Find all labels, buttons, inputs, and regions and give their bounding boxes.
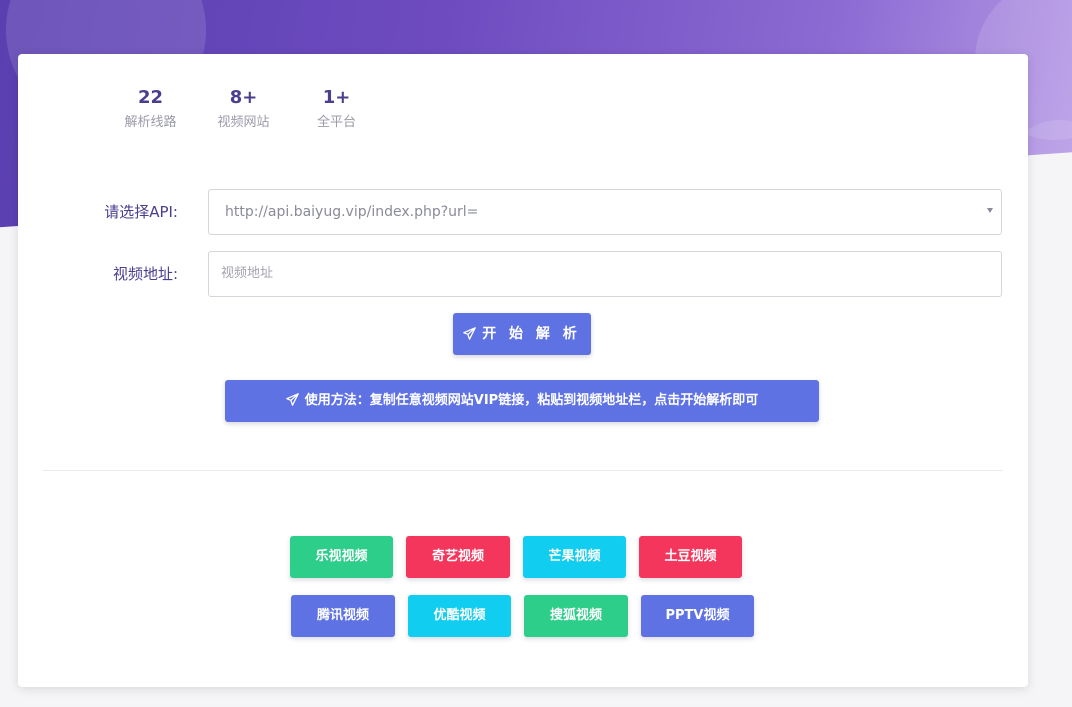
divider <box>43 470 1003 471</box>
site-button-sohu[interactable]: 搜狐视频 <box>524 595 628 637</box>
start-parse-label: 开 始 解 析 <box>482 326 581 342</box>
site-button-label: 土豆视频 <box>664 549 717 564</box>
site-button-label: 搜狐视频 <box>549 608 602 623</box>
api-label: 请选择API: <box>104 203 178 221</box>
site-button-label: 奇艺视频 <box>431 549 484 564</box>
site-button-tudou[interactable]: 土豆视频 <box>639 536 742 578</box>
url-label: 视频地址: <box>112 265 178 283</box>
site-button-label: 乐视视频 <box>315 549 368 564</box>
stat-lines: 22 解析线路 <box>104 86 197 132</box>
paper-plane-icon <box>463 315 477 357</box>
site-button-mango[interactable]: 芒果视频 <box>523 536 626 578</box>
video-url-placeholder: 视频地址 <box>221 266 274 281</box>
site-button-label: PPTV视频 <box>665 608 730 623</box>
usage-tip-label: 使用方法：复制任意视频网站VIP链接，粘贴到视频地址栏，点击开始解析即可 <box>304 393 759 408</box>
site-button-youku[interactable]: 优酷视频 <box>408 595 511 637</box>
stat-value: 1+ <box>322 87 351 108</box>
stat-label: 全平台 <box>316 115 356 130</box>
usage-tip-button[interactable]: 使用方法：复制任意视频网站VIP链接，粘贴到视频地址栏，点击开始解析即可 <box>225 380 819 422</box>
site-button-label: 腾讯视频 <box>316 608 369 623</box>
parser-card: 22 解析线路 8+ 视频网站 1+ 全平台 请选择API: http://ap… <box>18 54 1028 687</box>
stat-platforms: 1+ 全平台 <box>290 86 383 132</box>
site-button-tencent[interactable]: 腾讯视频 <box>291 595 395 637</box>
paper-plane-icon <box>285 382 299 424</box>
site-button-iqiyi[interactable]: 奇艺视频 <box>406 536 510 578</box>
url-row: 视频地址: 视频地址 <box>18 251 1028 297</box>
site-button-pptv[interactable]: PPTV视频 <box>641 595 754 637</box>
site-button-label: 芒果视频 <box>548 549 601 564</box>
start-parse-button[interactable]: 开 始 解 析 <box>453 313 591 355</box>
stat-value: 8+ <box>229 87 258 108</box>
api-selected-value: http://api.baiyug.vip/index.php?url= <box>225 204 479 220</box>
stat-value: 22 <box>137 87 164 108</box>
api-select[interactable]: http://api.baiyug.vip/index.php?url= <box>208 189 1002 235</box>
stat-label: 解析线路 <box>124 115 177 130</box>
site-button-letv[interactable]: 乐视视频 <box>290 536 393 578</box>
chevron-down-icon <box>987 208 993 213</box>
stat-sites: 8+ 视频网站 <box>197 86 290 132</box>
video-url-input[interactable]: 视频地址 <box>208 251 1002 297</box>
stats-bar: 22 解析线路 8+ 视频网站 1+ 全平台 <box>104 86 383 132</box>
stat-label: 视频网站 <box>217 115 270 130</box>
site-button-label: 优酷视频 <box>433 608 486 623</box>
api-row: 请选择API: http://api.baiyug.vip/index.php?… <box>18 189 1028 235</box>
